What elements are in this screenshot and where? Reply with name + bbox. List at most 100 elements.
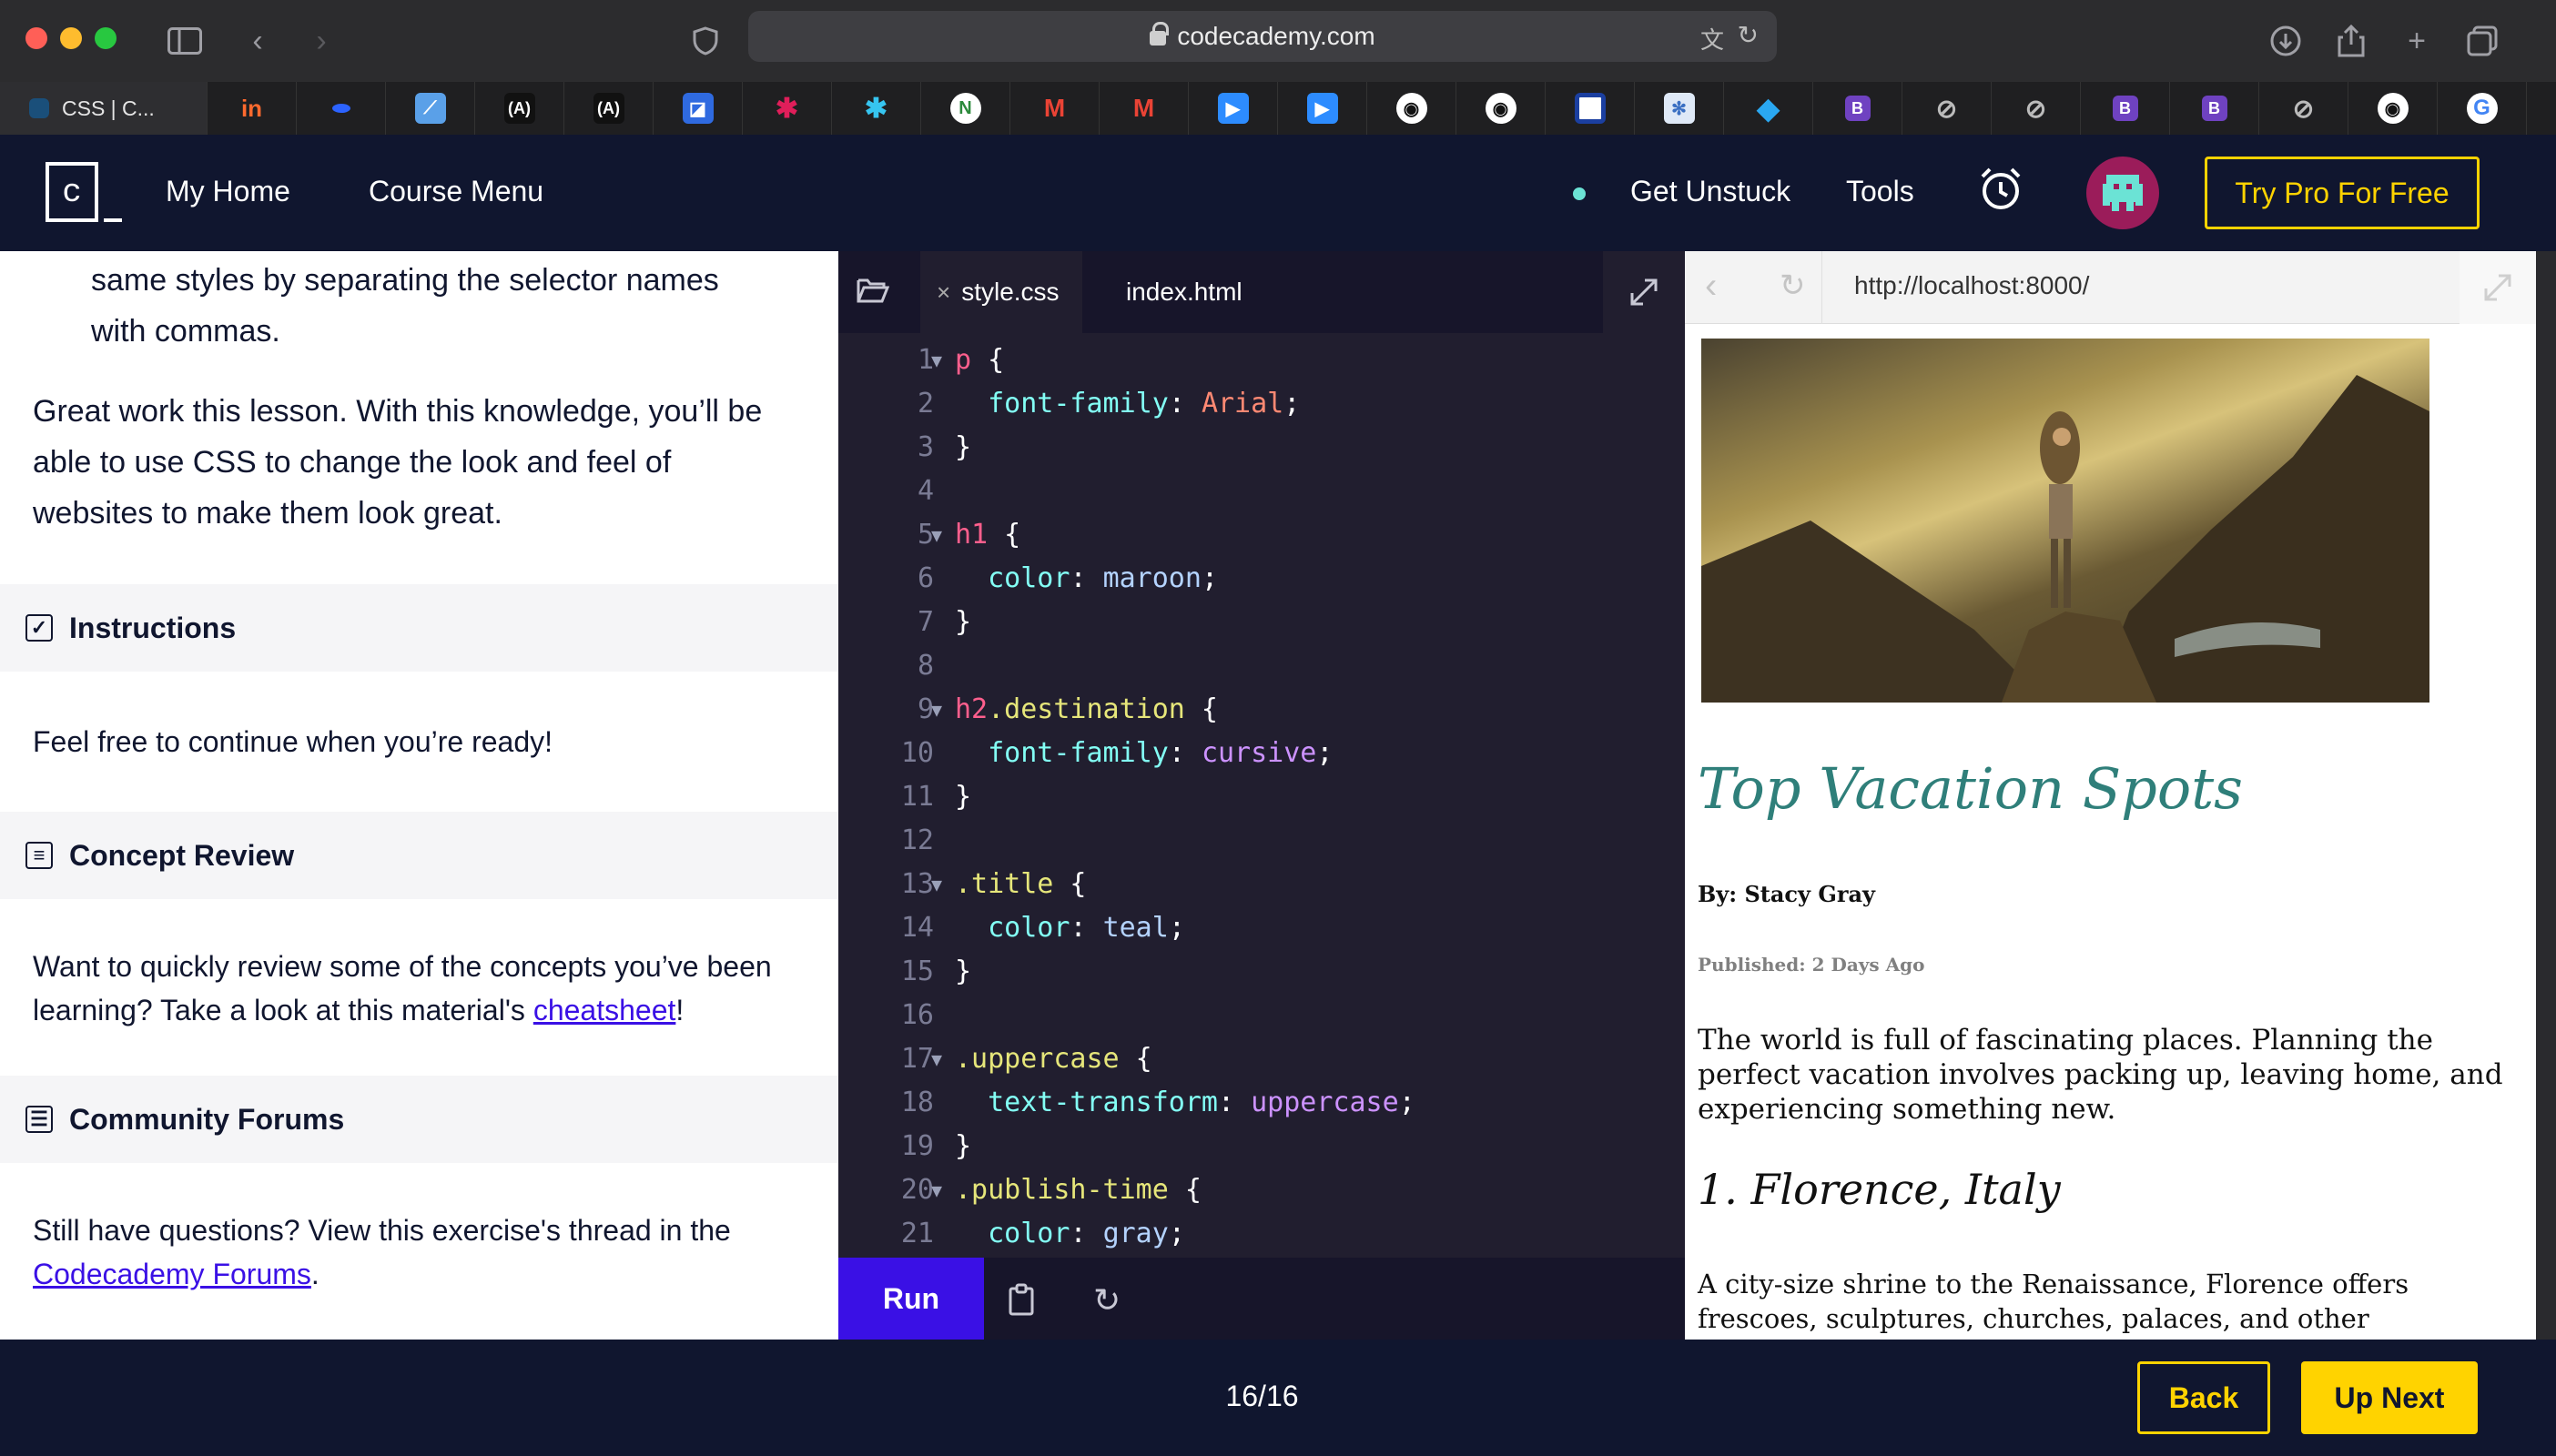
translate-icon[interactable]: 文 <box>1700 22 1724 56</box>
browser-tab[interactable]: ◪ <box>654 82 743 135</box>
code-line[interactable]: 11} <box>838 775 1685 819</box>
preview-refresh-icon[interactable]: ↻ <box>1780 268 1806 304</box>
browser-tab[interactable]: ◉ <box>1456 82 1546 135</box>
browser-tab[interactable]: (A) <box>475 82 564 135</box>
expand-editor-icon[interactable] <box>1603 251 1685 333</box>
minimize-window-button[interactable] <box>60 27 82 49</box>
code-area[interactable]: 1 ▼ p {2 font-family: Arial; 3} 4 5 ▼ h1 {6 col… <box>838 339 1685 1258</box>
alarm-clock-icon[interactable] <box>1979 166 2023 217</box>
code-line[interactable]: 12 <box>838 819 1685 863</box>
expand-preview-icon[interactable] <box>2460 251 2536 324</box>
browser-tab[interactable] <box>1546 82 1635 135</box>
code-line[interactable]: 2 font-family: Arial; <box>838 382 1685 426</box>
line-number: 17 <box>900 1043 934 1075</box>
preview-url[interactable]: http://localhost:8000/ <box>1854 271 2089 300</box>
nav-get-unstuck[interactable]: Get Unstuck <box>1630 175 1790 208</box>
tab-overview-icon[interactable] <box>2458 16 2507 66</box>
code-line[interactable]: 5 ▼ h1 { <box>838 513 1685 557</box>
address-bar[interactable]: codecademy.com 文 ↻ <box>748 11 1777 62</box>
close-tab-icon[interactable]: × <box>937 278 950 307</box>
code-text: } <box>955 426 971 470</box>
code-line[interactable]: 6 color: maroon; <box>838 557 1685 601</box>
browser-tab[interactable]: B <box>2081 82 2170 135</box>
code-line[interactable]: 18 text-transform: uppercase; <box>838 1081 1685 1125</box>
fold-arrow-icon[interactable]: ▼ <box>931 688 942 732</box>
code-line[interactable]: 3} <box>838 426 1685 470</box>
privacy-shield-icon[interactable] <box>681 16 730 66</box>
browser-tab[interactable]: ⟋ <box>386 82 475 135</box>
fold-arrow-icon[interactable]: ▼ <box>931 513 942 557</box>
nav-course-menu[interactable]: Course Menu <box>369 175 543 208</box>
tab-index-html[interactable]: index.html <box>1126 251 1242 333</box>
code-line[interactable]: 7} <box>838 601 1685 644</box>
forward-arrow-icon[interactable]: › <box>297 16 346 66</box>
line-number: 11 <box>900 781 934 813</box>
browser-tab[interactable]: in <box>208 82 297 135</box>
copy-icon[interactable] <box>1008 1283 1039 1320</box>
browser-tab[interactable]: G <box>2438 82 2527 135</box>
nav-my-home[interactable]: My Home <box>166 175 290 208</box>
code-line[interactable]: 1 ▼ p { <box>838 339 1685 382</box>
browser-tab[interactable]: M <box>1100 82 1189 135</box>
folder-icon[interactable] <box>857 277 890 308</box>
browser-tab-active[interactable]: CSS | C... <box>0 82 208 135</box>
code-line[interactable]: 14 color: teal; <box>838 906 1685 950</box>
n-logo-favicon-icon: N <box>949 93 981 124</box>
browser-tab[interactable]: ▶ <box>1189 82 1278 135</box>
browser-tab[interactable]: N <box>921 82 1010 135</box>
code-line[interactable]: 4 <box>838 470 1685 513</box>
browser-tab[interactable] <box>297 82 386 135</box>
reload-icon[interactable]: ↻ <box>1738 20 1759 50</box>
codecademy-forums-link[interactable]: Codecademy Forums <box>33 1258 311 1290</box>
user-avatar[interactable] <box>2086 157 2159 229</box>
up-next-button[interactable]: Up Next <box>2301 1361 2478 1434</box>
community-forums-header: ☰ Community Forums <box>0 1076 838 1163</box>
code-line[interactable]: 13 ▼ .title { <box>838 863 1685 906</box>
code-line[interactable]: 9 ▼ h2.destination { <box>838 688 1685 732</box>
share-icon[interactable] <box>2327 16 2376 66</box>
fold-arrow-icon[interactable]: ▼ <box>931 1037 942 1081</box>
preview-back-icon[interactable]: ‹ <box>1705 266 1717 307</box>
fold-arrow-icon[interactable]: ▼ <box>931 1168 942 1212</box>
instructions-title: Instructions <box>69 611 237 644</box>
codecademy-logo[interactable]: c <box>46 162 122 222</box>
browser-tab[interactable]: ✱ <box>743 82 832 135</box>
browser-tab[interactable]: B <box>1813 82 1902 135</box>
close-window-button[interactable] <box>25 27 47 49</box>
browser-tab[interactable]: ⊘ <box>1902 82 1992 135</box>
browser-tab[interactable]: ⊘ <box>1992 82 2081 135</box>
browser-tab[interactable]: ⊘ <box>2259 82 2348 135</box>
nav-tools[interactable]: Tools <box>1846 175 1914 208</box>
try-pro-button[interactable]: Try Pro For Free <box>2205 157 2480 229</box>
code-line[interactable]: 20 ▼ .publish-time { <box>838 1168 1685 1212</box>
github-favicon-icon: ◉ <box>1485 93 1516 124</box>
browser-tab[interactable]: (A) <box>564 82 654 135</box>
back-button[interactable]: Back <box>2137 1361 2270 1434</box>
new-tab-icon[interactable]: + <box>2392 16 2441 66</box>
code-line[interactable]: 21 color: gray; <box>838 1212 1685 1256</box>
cheatsheet-link[interactable]: cheatsheet <box>533 994 676 1026</box>
fold-arrow-icon[interactable]: ▼ <box>931 863 942 906</box>
reset-icon[interactable]: ↻ <box>1093 1281 1121 1320</box>
downloads-icon[interactable] <box>2261 16 2310 66</box>
code-line[interactable]: 15} <box>838 950 1685 994</box>
zoom-window-button[interactable] <box>95 27 117 49</box>
fold-arrow-icon[interactable]: ▼ <box>931 339 942 382</box>
code-line[interactable]: 8 <box>838 644 1685 688</box>
browser-tab[interactable]: ◉ <box>1367 82 1456 135</box>
code-line[interactable]: 16 <box>838 994 1685 1037</box>
browser-tab[interactable]: B <box>2170 82 2259 135</box>
browser-tab[interactable]: ◉ <box>2348 82 2438 135</box>
browser-tab[interactable]: ▶ <box>1278 82 1367 135</box>
code-line[interactable]: 19} <box>838 1125 1685 1168</box>
browser-tab[interactable]: M <box>1010 82 1100 135</box>
run-button[interactable]: Run <box>838 1258 984 1340</box>
tab-style-css[interactable]: × style.css <box>920 251 1082 333</box>
browser-tab[interactable]: ◆ <box>1724 82 1813 135</box>
browser-tab[interactable]: ✻ <box>1635 82 1724 135</box>
code-line[interactable]: 17 ▼ .uppercase { <box>838 1037 1685 1081</box>
sidebar-toggle-icon[interactable] <box>160 16 209 66</box>
browser-tab[interactable]: ✱ <box>832 82 921 135</box>
back-arrow-icon[interactable]: ‹ <box>233 16 282 66</box>
code-line[interactable]: 10 font-family: cursive; <box>838 732 1685 775</box>
